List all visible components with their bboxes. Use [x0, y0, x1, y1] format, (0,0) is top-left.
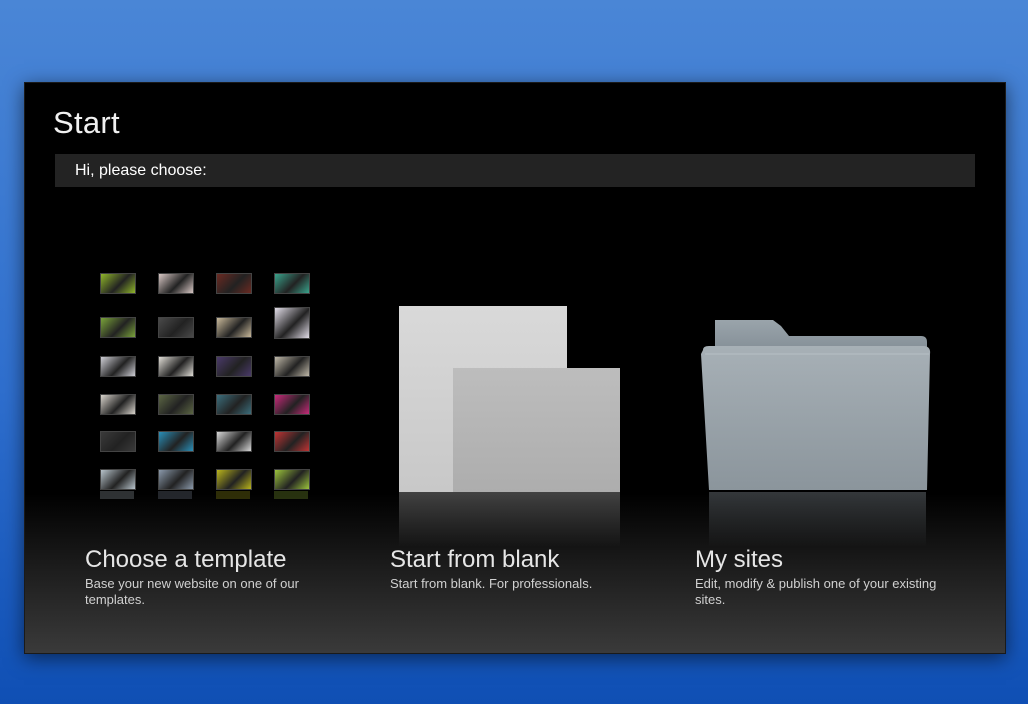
greeting-text: Hi, please choose:: [75, 162, 207, 179]
template-thumbnail[interactable]: [274, 469, 310, 490]
template-thumbnail[interactable]: [100, 469, 136, 490]
choose-template-option[interactable]: Choose a template Base your new website …: [85, 253, 355, 613]
template-thumbnail[interactable]: [274, 356, 310, 377]
template-thumbnail[interactable]: [158, 394, 194, 415]
template-thumbnail[interactable]: [100, 317, 136, 338]
my-sites-title: My sites: [695, 546, 784, 573]
choose-template-title: Choose a template: [85, 546, 287, 573]
template-thumbnail[interactable]: [158, 273, 194, 294]
blank-pages-reflection: [399, 492, 620, 547]
template-thumbnail-reflection: [216, 491, 250, 499]
template-thumbnail[interactable]: [100, 273, 136, 294]
template-thumbnail[interactable]: [274, 394, 310, 415]
page-title: Start: [53, 105, 120, 140]
folder-reflection: [709, 492, 926, 547]
blank-page-front: [453, 368, 620, 492]
template-thumbnail[interactable]: [216, 356, 252, 377]
template-thumbnail[interactable]: [216, 431, 252, 452]
my-sites-description: Edit, modify & publish one of your exist…: [695, 576, 937, 607]
template-thumbnails-grid: [100, 273, 320, 533]
greeting-bar: Hi, please choose:: [55, 154, 975, 187]
template-thumbnail-reflection: [158, 491, 192, 499]
template-thumbnail[interactable]: [100, 431, 136, 452]
template-thumbnail[interactable]: [158, 469, 194, 490]
template-thumbnail[interactable]: [216, 273, 252, 294]
template-thumbnail[interactable]: [158, 356, 194, 377]
template-thumbnail-reflection: [274, 491, 308, 499]
template-thumbnail[interactable]: [158, 431, 194, 452]
template-thumbnail[interactable]: [274, 431, 310, 452]
template-thumbnail[interactable]: [216, 469, 252, 490]
template-thumbnail[interactable]: [216, 394, 252, 415]
my-sites-option[interactable]: My sites Edit, modify & publish one of y…: [695, 253, 965, 613]
template-thumbnail[interactable]: [274, 307, 310, 339]
start-window: Start Hi, please choose: Choose a templa…: [24, 82, 1006, 654]
template-thumbnail[interactable]: [100, 394, 136, 415]
start-from-blank-description: Start from blank. For professionals.: [390, 576, 593, 591]
template-thumbnail[interactable]: [100, 356, 136, 377]
start-from-blank-title: Start from blank: [390, 546, 560, 573]
template-thumbnail[interactable]: [216, 317, 252, 338]
choose-template-description: Base your new website on one of our temp…: [85, 576, 299, 607]
template-thumbnail-reflection: [100, 491, 134, 499]
template-thumbnail[interactable]: [274, 273, 310, 294]
start-from-blank-option[interactable]: Start from blank Start from blank. For p…: [390, 253, 660, 613]
template-thumbnail[interactable]: [158, 317, 194, 338]
folder-icon: [701, 320, 931, 490]
